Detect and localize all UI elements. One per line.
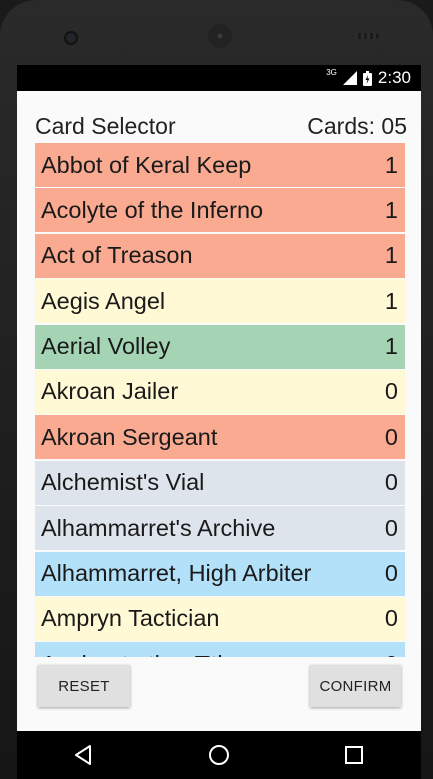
card-name: Acolyte of the Inferno [41,196,264,223]
speaker-icon [208,24,232,48]
card-count: 1 [384,333,398,360]
card-name: Aegis Angel [41,287,166,314]
battery-icon [362,70,372,86]
card-count: 0 [385,651,399,657]
card-count: 0 [384,378,398,405]
card-count: 0 [384,423,398,450]
card-row[interactable]: Act of Treason 1 [35,233,405,278]
card-count: 0 [384,605,398,632]
reset-button[interactable]: RESET [38,665,130,707]
navigation-bar [17,731,421,779]
card-row[interactable]: Anchor to the Æther 0 [35,642,405,657]
card-name: Abbot of Keral Keep [41,151,252,178]
card-row[interactable]: Aerial Volley 1 [35,324,405,369]
card-row[interactable]: Alhammarret, High Arbiter 0 [35,551,405,596]
signal-icon [342,71,357,85]
card-name: Alchemist's Vial [41,469,205,496]
sensor-icon [355,33,379,39]
card-row[interactable]: Abbot of Keral Keep 1 [35,143,405,187]
card-name: Alhammarret, High Arbiter [41,560,312,587]
card-row[interactable]: Alchemist's Vial 0 [35,460,405,505]
card-row[interactable]: Aegis Angel 1 [35,279,405,324]
card-name: Akroan Sergeant [41,423,218,450]
recents-icon[interactable] [342,743,366,767]
card-name: Aerial Volley [41,333,171,360]
card-row[interactable]: Alhammarret's Archive 0 [35,506,405,551]
card-row[interactable]: Akroan Jailer 0 [35,369,405,414]
card-row[interactable]: Akroan Sergeant 0 [35,415,405,460]
card-row[interactable]: Acolyte of the Inferno 1 [35,188,405,233]
home-icon[interactable] [207,743,231,767]
confirm-button[interactable]: CONFIRM [310,665,401,707]
card-count: 0 [384,514,398,541]
card-count: 1 [384,287,398,314]
card-count: 1 [384,196,398,223]
card-list[interactable]: Abbot of Keral Keep 1 Acolyte of the Infer… [35,143,405,657]
header: Card Selector Cards: 05 [35,113,407,141]
cards-count: Cards: 05 [307,113,407,139]
card-row[interactable]: Ampryn Tactician 0 [35,596,405,641]
page-title: Card Selector [35,113,176,139]
card-count: 0 [384,560,398,587]
clock: 2:30 [377,68,411,87]
status-bar: 3G 2:30 [17,65,421,91]
camera-icon [66,33,76,43]
card-count: 1 [384,242,398,269]
card-count: 0 [384,469,398,496]
card-name: Act of Treason [41,242,193,269]
network-type: 3G [326,67,337,77]
card-name: Akroan Jailer [41,378,179,405]
card-name: Anchor to the Æther [41,651,251,657]
card-count: 1 [384,151,398,178]
app-screen: Card Selector Cards: 05 Abbot of Keral K… [17,91,421,731]
back-icon[interactable] [72,743,96,767]
card-name: Alhammarret's Archive [41,514,276,541]
card-name: Ampryn Tactician [41,605,220,632]
